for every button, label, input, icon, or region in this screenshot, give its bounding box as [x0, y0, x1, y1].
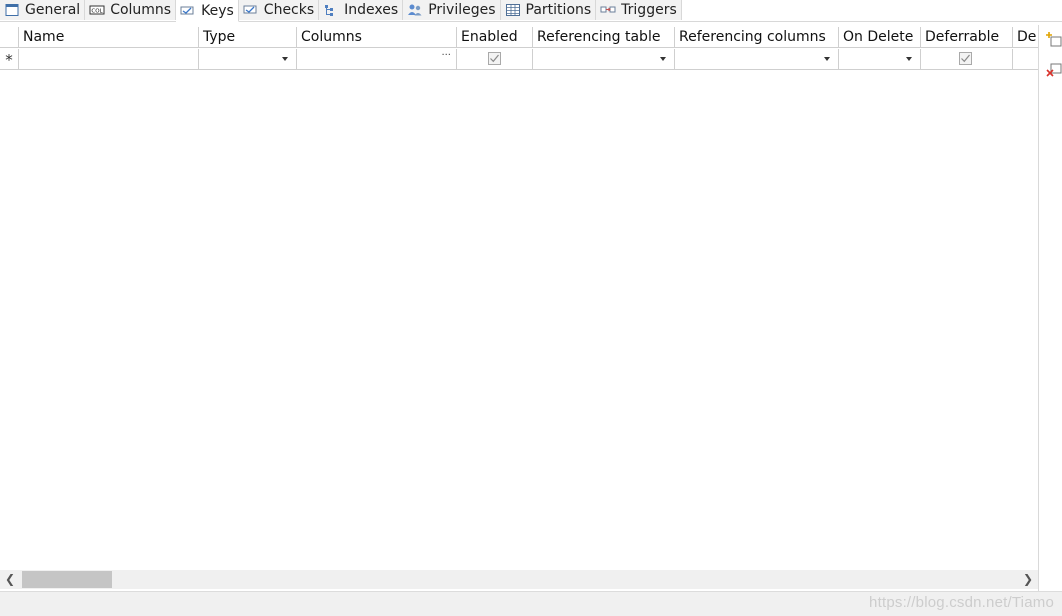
add-key-button[interactable]: [1045, 31, 1062, 48]
column-header-de[interactable]: De: [1013, 27, 1038, 48]
row-header-corner: [0, 27, 19, 48]
column-header-referencing-table[interactable]: Referencing table: [533, 27, 675, 48]
add-icon: [1046, 32, 1062, 47]
delete-icon: [1046, 63, 1062, 77]
type-dropdown[interactable]: [199, 49, 297, 70]
chevron-down-icon: [282, 57, 288, 61]
tab-checks[interactable]: Checks: [238, 0, 320, 20]
de-cell[interactable]: [1013, 49, 1038, 70]
tab-label: Privileges: [428, 2, 496, 18]
tab-label: Checks: [263, 2, 315, 18]
side-toolbar: [1040, 25, 1062, 585]
window-icon: [4, 3, 20, 17]
column-header-columns[interactable]: Columns: [297, 27, 457, 48]
trigger-icon: [600, 3, 616, 17]
tab-general[interactable]: General: [0, 0, 86, 20]
name-cell[interactable]: [19, 49, 199, 70]
chevron-down-icon: [906, 57, 912, 61]
tab-label: Partitions: [525, 2, 592, 18]
scrollbar-thumb[interactable]: [22, 571, 112, 588]
check-icon: [243, 3, 259, 17]
users-icon: [407, 3, 423, 17]
table-grid-icon: [505, 3, 521, 17]
scroll-left-arrow-icon[interactable]: ❮: [0, 570, 20, 589]
column-header-name[interactable]: Name: [19, 27, 199, 48]
horizontal-scrollbar[interactable]: ❮ ❯: [0, 570, 1038, 589]
columns-cell[interactable]: ···: [297, 49, 457, 70]
tab-partitions[interactable]: Partitions: [500, 0, 597, 20]
column-header-enabled[interactable]: Enabled: [457, 27, 533, 48]
column-header-type[interactable]: Type: [199, 27, 297, 48]
tab-triggers[interactable]: Triggers: [596, 0, 682, 20]
enabled-checkbox[interactable]: [488, 52, 501, 65]
tab-label: Columns: [110, 2, 172, 18]
scroll-right-arrow-icon[interactable]: ❯: [1018, 570, 1038, 589]
editor-tab-strip: General COL Columns Keys Checks Indexes …: [0, 0, 1062, 22]
ellipsis-button[interactable]: ···: [441, 49, 451, 63]
tab-keys[interactable]: Keys: [176, 0, 239, 22]
column-header-deferrable[interactable]: Deferrable: [921, 27, 1013, 48]
watermark-text: https://blog.csdn.net/Tiamo: [869, 594, 1054, 611]
chevron-down-icon: [824, 57, 830, 61]
referencing-columns-dropdown[interactable]: [675, 49, 839, 70]
deferrable-checkbox[interactable]: [959, 52, 972, 65]
svg-text:COL: COL: [92, 9, 104, 15]
referencing-table-dropdown[interactable]: [533, 49, 675, 70]
delete-key-button[interactable]: [1045, 62, 1062, 79]
tab-label: Keys: [201, 2, 234, 19]
chevron-down-icon: [660, 57, 666, 61]
tab-label: Indexes: [344, 2, 399, 18]
status-bar: https://blog.csdn.net/Tiamo: [0, 591, 1062, 616]
index-icon: [323, 3, 339, 17]
keys-editor: Name Type Columns Enabled Referencing ta…: [0, 25, 1039, 591]
columns-icon: COL: [89, 3, 105, 17]
on-delete-dropdown[interactable]: [839, 49, 921, 70]
column-header-on-delete[interactable]: On Delete: [839, 27, 921, 48]
tab-columns[interactable]: COL Columns: [85, 0, 177, 20]
key-icon: [180, 4, 196, 18]
tab-label: General: [25, 2, 81, 18]
column-header-referencing-columns[interactable]: Referencing columns: [675, 27, 839, 48]
deferrable-cell[interactable]: [921, 49, 1013, 70]
enabled-cell[interactable]: [457, 49, 533, 70]
asterisk-icon: *: [5, 51, 13, 69]
tab-indexes[interactable]: Indexes: [319, 0, 404, 20]
tab-label: Triggers: [621, 2, 677, 18]
new-row-marker: *: [0, 49, 19, 70]
tab-privileges[interactable]: Privileges: [403, 0, 501, 20]
